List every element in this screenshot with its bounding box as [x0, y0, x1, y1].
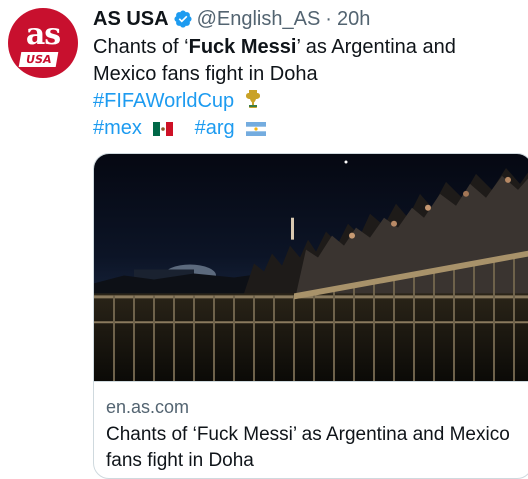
tweet-header: AS USA @English_AS · 20h	[93, 6, 370, 32]
hashtag-line-1: #FIFAWorldCup	[93, 88, 523, 115]
author-name[interactable]: AS USA	[93, 8, 169, 31]
separator-dot: ·	[325, 7, 332, 30]
tweet-timestamp[interactable]: 20h	[337, 8, 370, 31]
tweet-text-segment: ’ as Argentina and	[296, 36, 456, 58]
avatar[interactable]: as USA	[8, 8, 78, 78]
link-card-title: Chants of ‘Fuck Messi’ as Argentina and …	[106, 424, 510, 471]
world-cup-trophy-icon	[245, 90, 260, 108]
avatar-logo-text: as	[25, 17, 61, 52]
hashtag-line-2: #mex #arg	[93, 115, 523, 142]
link-preview-card[interactable]: en.as.com Chants of ‘Fuck Messi’ as Arge…	[93, 153, 528, 479]
link-card-image[interactable]	[94, 154, 528, 382]
author-handle[interactable]: @English_AS	[197, 8, 321, 31]
argentina-flag-icon	[246, 122, 267, 136]
tweet-text-line-1: Chants of ‘Fuck Messi’ as Argentina and	[93, 34, 523, 61]
hashtag-mex[interactable]: #mex	[93, 117, 142, 139]
verified-badge-icon	[174, 10, 192, 28]
link-card-domain: en.as.com	[106, 397, 190, 417]
tweet-text-bold: Fuck Messi	[188, 36, 297, 58]
avatar-logo-subtext: USA	[18, 52, 59, 67]
mexico-flag-icon	[153, 122, 174, 136]
tweet-text-line-2: Mexico fans fight in Doha	[93, 63, 318, 85]
tweet-text-segment: Chants of ‘	[93, 36, 189, 58]
tweet-text: Chants of ‘Fuck Messi’ as Argentina and …	[93, 34, 523, 142]
hashtag-arg[interactable]: #arg	[195, 117, 235, 139]
hashtag-fifaworldcup[interactable]: #FIFAWorldCup	[93, 90, 234, 112]
